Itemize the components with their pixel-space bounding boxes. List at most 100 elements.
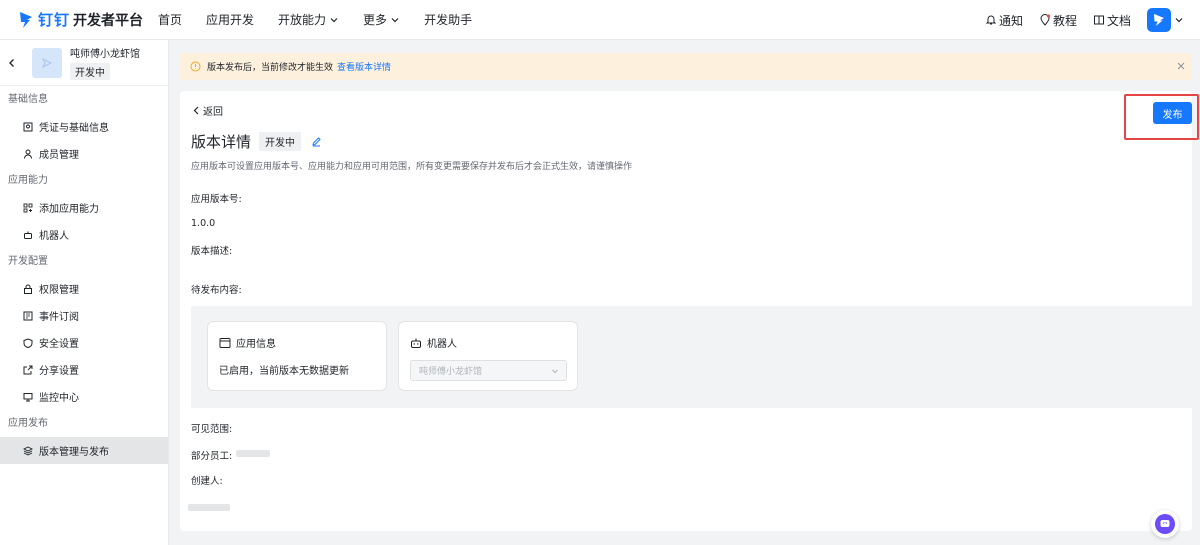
sidebar-item-label: 添加应用能力 <box>39 204 99 215</box>
sidebar-item-label: 监控中心 <box>39 393 79 404</box>
robot-icon <box>24 231 32 239</box>
sidebar-item-members[interactable]: 成员管理 <box>0 140 168 167</box>
sidebar-item-label: 安全设置 <box>39 339 79 350</box>
location-pin-icon <box>1040 14 1051 26</box>
chevron-down-icon[interactable] <box>1174 15 1184 25</box>
group-title-basic: 基础信息 <box>8 94 48 105</box>
robot-card-title: 机器人 <box>427 339 457 350</box>
version-detail-panel: 返回 发布 版本详情 开发中 应用版本可设置应用版本号、应用能力和应用可用范围，… <box>180 91 1199 531</box>
event-icon <box>23 311 33 320</box>
docs-label: 文档 <box>1106 13 1131 28</box>
app-header: 吨师傅小龙虾馆 开发中 <box>0 40 168 86</box>
app-info-card-text: 已启用，当前版本无数据更新 <box>219 366 349 377</box>
sidebar-item-label: 版本管理与发布 <box>39 447 109 458</box>
sidebar-item-version-release[interactable]: 版本管理与发布 <box>0 437 168 464</box>
sidebar-item-credentials[interactable]: 凭证与基础信息 <box>0 113 168 140</box>
monitor-icon <box>23 392 33 401</box>
sidebar-item-events[interactable]: 事件订阅 <box>0 302 168 329</box>
assistant-float-button[interactable] <box>1151 510 1179 538</box>
nav-more[interactable]: 更多 <box>363 11 400 28</box>
chevron-left-icon[interactable] <box>7 58 17 68</box>
visible-range-label: 可见范围: <box>191 424 233 435</box>
info-icon <box>190 61 201 72</box>
close-icon[interactable] <box>1176 61 1186 71</box>
staff-label: 部分员工: <box>191 451 233 462</box>
logo[interactable]: 钉钉 开发者平台 <box>18 9 146 30</box>
nav-open-capabilities-label: 开放能力 <box>278 13 327 27</box>
sidebar-item-label: 机器人 <box>39 231 69 242</box>
logo-platform: 开发者平台 <box>73 12 144 29</box>
nav-home-label: 首页 <box>158 13 183 27</box>
nav-dev-assistant[interactable]: 开发助手 <box>424 11 472 28</box>
group-title-capabilities: 应用能力 <box>8 175 48 186</box>
app-info-card: 应用信息 已启用，当前版本无数据更新 <box>207 321 387 391</box>
nav-home[interactable]: 首页 <box>158 11 182 28</box>
robot-select[interactable]: 吨师傅小龙虾馆 <box>410 360 567 381</box>
nav-app-dev-label: 应用开发 <box>206 13 255 27</box>
app-image-icon <box>41 57 53 68</box>
description-label: 版本描述: <box>191 246 233 257</box>
chat-bubble-icon <box>1160 520 1170 527</box>
docs-button[interactable]: 文档 <box>1093 12 1131 29</box>
sidebar-item-label: 凭证与基础信息 <box>39 123 109 134</box>
creator-label: 创建人: <box>191 476 223 487</box>
tutorial-button[interactable]: 教程 <box>1039 12 1077 29</box>
page-description: 应用版本可设置应用版本号、应用能力和应用可用范围，所有变更需要保存并发布后才会正… <box>191 162 633 172</box>
nav-more-label: 更多 <box>363 13 388 27</box>
top-navbar: 钉钉 开发者平台 首页 应用开发 开放能力 更多 开发助手 通知 教程 文档 <box>0 0 1200 40</box>
version-label: 应用版本号: <box>191 194 242 205</box>
app-thumbnail <box>32 47 62 78</box>
notice-text: 版本发布后，当前修改才能生效 <box>207 63 334 73</box>
sidebar-item-monitor[interactable]: 监控中心 <box>0 383 168 410</box>
sidebar-item-permissions[interactable]: 权限管理 <box>0 275 168 302</box>
pending-label: 待发布内容: <box>191 285 242 296</box>
assistant-icon <box>1155 514 1175 534</box>
app-status-badge: 开发中 <box>70 63 110 80</box>
share-icon <box>23 365 33 374</box>
credential-icon <box>23 122 33 131</box>
dingtalk-avatar-icon <box>1154 14 1164 26</box>
logo-brand: 钉钉 <box>38 11 71 29</box>
back-label: 返回 <box>203 107 223 118</box>
view-version-link[interactable]: 查看版本详情 <box>337 60 391 73</box>
publish-button[interactable]: 发布 <box>1153 102 1192 124</box>
sidebar-item-add-capability[interactable]: 添加应用能力 <box>0 194 168 221</box>
chevron-down-icon <box>552 369 558 374</box>
person-icon <box>24 149 32 159</box>
pending-content-area: 应用信息 已启用，当前版本无数据更新 机器人 吨师傅小龙虾馆 <box>191 306 1192 408</box>
notice-banner: 版本发布后，当前修改才能生效 查看版本详情 <box>180 53 1192 80</box>
layers-icon <box>23 445 33 456</box>
bell-icon <box>985 15 997 25</box>
nav-open-capabilities[interactable]: 开放能力 <box>278 11 339 28</box>
redacted-staff <box>236 450 270 457</box>
sidebar-item-security[interactable]: 安全设置 <box>0 329 168 356</box>
chevron-down-icon <box>391 17 399 22</box>
app-window-icon <box>219 337 231 348</box>
avatar[interactable] <box>1147 8 1171 32</box>
notify-button[interactable]: 通知 <box>985 12 1023 29</box>
status-badge: 开发中 <box>259 132 302 151</box>
shield-icon <box>23 337 33 348</box>
app-name: 吨师傅小龙虾馆 <box>70 49 140 60</box>
nav-dev-assistant-label: 开发助手 <box>424 13 473 27</box>
dingtalk-logo-icon <box>20 11 32 28</box>
group-title-dev-config: 开发配置 <box>8 256 48 267</box>
publish-label: 发布 <box>1162 109 1183 121</box>
sidebar-item-label: 事件订阅 <box>39 312 79 323</box>
sidebar-item-label: 分享设置 <box>39 366 79 377</box>
sidebar-item-label: 成员管理 <box>39 150 79 161</box>
version-value: 1.0.0 <box>191 218 216 229</box>
robot-card: 机器人 吨师傅小龙虾馆 <box>398 321 578 391</box>
sidebar-item-label: 权限管理 <box>39 285 79 296</box>
nav-app-dev[interactable]: 应用开发 <box>206 11 254 28</box>
page-title: 版本详情 <box>191 133 252 151</box>
edit-icon[interactable] <box>311 136 322 147</box>
sidebar-item-share[interactable]: 分享设置 <box>0 356 168 383</box>
chevron-down-icon <box>330 17 338 22</box>
notify-label: 通知 <box>998 13 1023 28</box>
tutorial-label: 教程 <box>1052 13 1077 28</box>
sidebar-item-robot[interactable]: 机器人 <box>0 221 168 248</box>
robot-select-value: 吨师傅小龙虾馆 <box>419 367 483 377</box>
back-link[interactable]: 返回 <box>192 103 223 118</box>
chevron-left-icon <box>193 106 199 115</box>
